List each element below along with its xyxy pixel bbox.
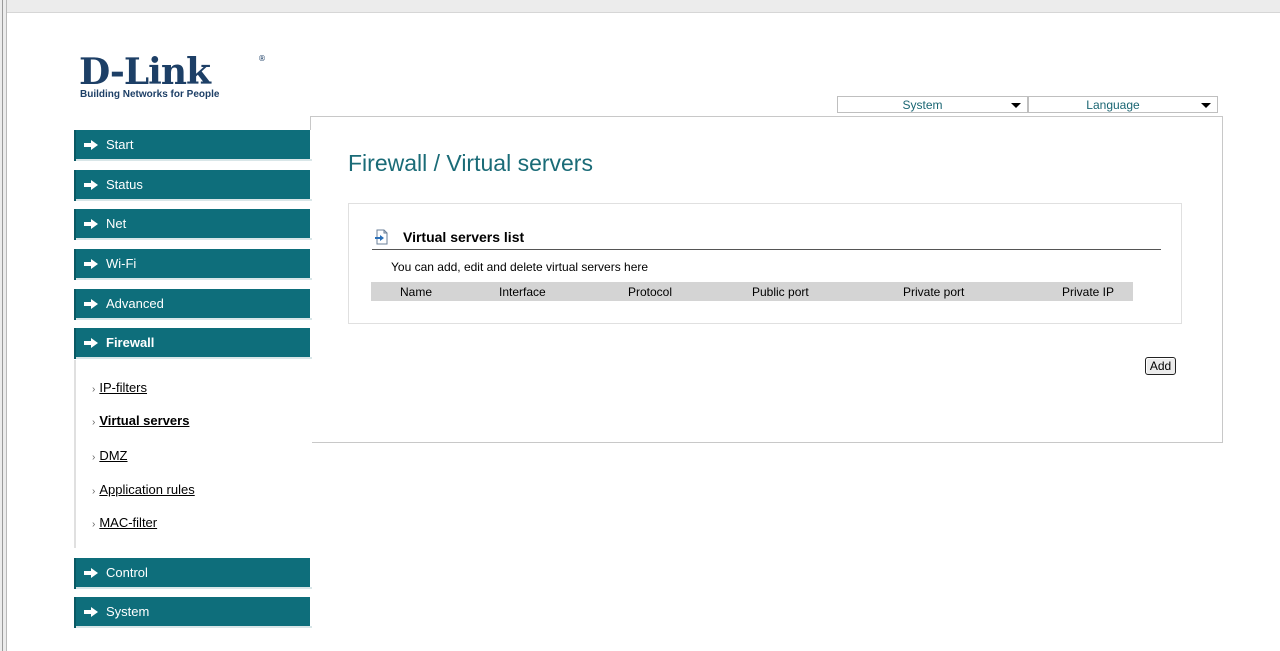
column-header-name: Name bbox=[400, 285, 433, 299]
logo-registered-mark: ® bbox=[258, 54, 266, 63]
page-title: Firewall / Virtual servers bbox=[348, 150, 593, 176]
sidebar-item-label: Advanced bbox=[106, 296, 164, 311]
language-label: Language bbox=[1086, 98, 1140, 112]
bullet-icon: › bbox=[92, 519, 96, 530]
system-menu-label: System bbox=[902, 98, 943, 112]
logo-tagline: Building Networks for People bbox=[80, 89, 220, 100]
firewall-submenu: › IP-filters › Virtual servers › DMZ › Appli… bbox=[74, 360, 312, 548]
language-dropdown[interactable]: Language bbox=[1028, 96, 1218, 113]
submenu-item-label: Application rules bbox=[99, 482, 195, 497]
column-header-public-port: Public port bbox=[752, 285, 809, 299]
bullet-icon: › bbox=[92, 417, 96, 428]
sidebar-item-advanced[interactable]: Advanced bbox=[74, 289, 312, 320]
bullet-icon: › bbox=[92, 452, 96, 463]
sidebar-item-label: Status bbox=[106, 177, 143, 192]
sidebar-item-label: System bbox=[106, 604, 150, 619]
column-header-protocol: Protocol bbox=[628, 285, 673, 299]
submenu-item-label: DMZ bbox=[99, 448, 128, 463]
submenu-item-mac-filter[interactable]: › MAC-filter bbox=[92, 515, 157, 530]
section-description: You can add, edit and delete virtual ser… bbox=[391, 260, 649, 274]
content-frame-left bbox=[310, 116, 311, 130]
sidebar-item-label: Wi-Fi bbox=[106, 256, 137, 271]
content-frame-right bbox=[1222, 116, 1223, 443]
submenu-item-application-rules[interactable]: › Application rules bbox=[92, 482, 195, 497]
sidebar-item-firewall[interactable]: Firewall bbox=[74, 328, 312, 359]
submenu-item-label: MAC-filter bbox=[99, 515, 158, 530]
arrow-right-icon bbox=[84, 180, 98, 190]
sidebar-item-status[interactable]: Status bbox=[74, 170, 312, 201]
sidebar-item-label: Control bbox=[106, 565, 148, 580]
sidebar-item-label: Firewall bbox=[106, 335, 155, 350]
sidebar-nav: Start Status Net Wi-Fi Advanced Firewall… bbox=[74, 116, 312, 636]
submenu-item-virtual-servers[interactable]: › Virtual servers bbox=[92, 413, 189, 428]
window-top-border bbox=[0, 0, 1280, 13]
dlink-logo: D-Link ® Building Networks for People bbox=[79, 54, 269, 104]
arrow-right-icon bbox=[84, 299, 98, 309]
chevron-down-icon bbox=[1201, 103, 1211, 108]
section-divider bbox=[372, 249, 1161, 250]
sidebar-item-control[interactable]: Control bbox=[74, 558, 312, 589]
column-header-interface: Interface bbox=[499, 285, 546, 299]
arrow-right-icon bbox=[84, 568, 98, 578]
column-header-private-ip: Private IP bbox=[1062, 285, 1115, 299]
arrow-right-icon bbox=[84, 259, 98, 269]
document-arrow-icon bbox=[375, 229, 388, 245]
content-frame-bottom bbox=[310, 442, 1223, 443]
system-menu-dropdown[interactable]: System bbox=[837, 96, 1028, 113]
arrow-right-icon bbox=[84, 140, 98, 150]
add-button[interactable]: Add bbox=[1145, 357, 1176, 375]
sidebar-item-wifi[interactable]: Wi-Fi bbox=[74, 249, 312, 280]
bullet-icon: › bbox=[92, 486, 96, 497]
sidebar-item-net[interactable]: Net bbox=[74, 209, 312, 240]
window-left-border bbox=[0, 0, 7, 651]
column-header-private-port: Private port bbox=[903, 285, 965, 299]
table-header: Name Interface Protocol Public port Priv… bbox=[371, 282, 1133, 301]
arrow-right-icon bbox=[84, 607, 98, 617]
section-title: Virtual servers list bbox=[403, 229, 525, 245]
content-frame-top bbox=[310, 116, 1223, 117]
sidebar-item-system[interactable]: System bbox=[74, 597, 312, 628]
chevron-down-icon bbox=[1011, 103, 1021, 108]
arrow-right-icon bbox=[84, 219, 98, 229]
sidebar-item-label: Start bbox=[106, 137, 134, 152]
sidebar-item-label: Net bbox=[106, 216, 127, 231]
submenu-item-ip-filters[interactable]: › IP-filters bbox=[92, 380, 147, 395]
logo-text: D-Link bbox=[79, 51, 211, 93]
submenu-item-label: IP-filters bbox=[99, 380, 148, 395]
bullet-icon: › bbox=[92, 384, 96, 395]
arrow-right-icon bbox=[84, 338, 98, 348]
submenu-item-label: Virtual servers bbox=[99, 413, 190, 428]
sidebar-item-start[interactable]: Start bbox=[74, 130, 312, 161]
submenu-item-dmz[interactable]: › DMZ bbox=[92, 448, 128, 463]
